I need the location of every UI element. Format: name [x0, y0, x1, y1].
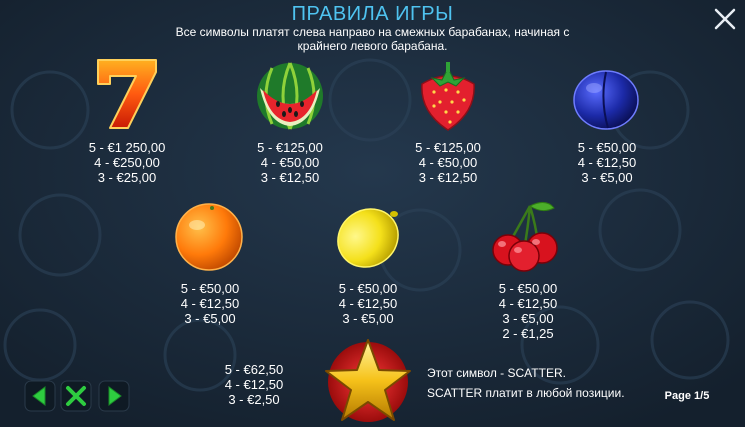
page-indicator: Page 1/5: [664, 390, 710, 402]
pay-line: 3 - €5,00: [184, 311, 236, 326]
pay-line: 5 - €125,00: [415, 140, 481, 155]
pay-line: 5 - €50,00: [577, 140, 637, 155]
pay-line: 3 - €25,00: [97, 170, 157, 185]
pay-line: 4 - €50,00: [418, 155, 478, 170]
paytable-watermelon: 5 - €125,00 4 - €50,00 3 - €12,50: [235, 140, 345, 185]
scatter-line1: Этот символ - SCATTER.: [427, 366, 566, 380]
pay-line: 3 - €12,50: [260, 170, 320, 185]
orange-symbol-icon: [175, 203, 243, 271]
paytable-orange: 5 - €50,00 4 - €12,50 3 - €5,00: [155, 281, 265, 326]
pay-line: 5 - €50,00: [498, 281, 558, 296]
pay-line: 4 - €12,50: [577, 155, 637, 170]
scatter-line2: SCATTER платит в любой позиции.: [427, 386, 625, 400]
seven-symbol-icon: [97, 59, 157, 129]
pay-line: 2 - €1,25: [502, 326, 554, 341]
arrow-left-icon[interactable]: [24, 380, 56, 412]
rules-description-line2: крайнего левого барабана.: [297, 39, 448, 53]
paytable-star: 5 - €62,50 4 - €12,50 3 - €2,50: [199, 362, 309, 407]
paytable-plum: 5 - €50,00 4 - €12,50 3 - €5,00: [552, 140, 662, 185]
pay-line: 5 - €1 250,00: [88, 140, 166, 155]
paytable-cherry: 5 - €50,00 4 - €12,50 3 - €5,00 2 - €1,2…: [473, 281, 583, 341]
pay-line: 3 - €5,00: [342, 311, 394, 326]
watermelon-symbol-icon: [257, 62, 323, 130]
paytable-lemon: 5 - €50,00 4 - €12,50 3 - €5,00: [313, 281, 423, 326]
pay-line: 3 - €12,50: [418, 170, 478, 185]
x-icon[interactable]: [60, 380, 92, 412]
pay-line: 4 - €50,00: [260, 155, 320, 170]
pay-line: 4 - €12,50: [180, 296, 240, 311]
pay-line: 3 - €2,50: [228, 392, 280, 407]
plum-symbol-icon: [573, 70, 639, 130]
rules-description: Все символы платят слева направо на смеж…: [160, 25, 585, 53]
pay-line: 5 - €50,00: [180, 281, 240, 296]
scatter-description: Этот символ - SCATTER. SCATTER платит в …: [427, 363, 625, 403]
strawberry-symbol-icon: [421, 62, 475, 131]
pay-line: 3 - €5,00: [502, 311, 554, 326]
paytable-seven: 5 - €1 250,00 4 - €250,00 3 - €25,00: [72, 140, 182, 185]
pay-line: 4 - €12,50: [498, 296, 558, 311]
pay-line: 4 - €12,50: [224, 377, 284, 392]
pay-line: 5 - €125,00: [257, 140, 323, 155]
pay-line: 5 - €50,00: [338, 281, 398, 296]
pay-line: 4 - €12,50: [338, 296, 398, 311]
star-scatter-symbol-icon: [325, 339, 411, 422]
cherry-symbol-icon: [492, 202, 558, 272]
paytable-strawberry: 5 - €125,00 4 - €50,00 3 - €12,50: [393, 140, 503, 185]
pay-line: 3 - €5,00: [581, 170, 633, 185]
arrow-right-icon[interactable]: [98, 380, 130, 412]
lemon-symbol-icon: [337, 208, 399, 268]
close-icon[interactable]: [712, 6, 738, 32]
pay-line: 4 - €250,00: [94, 155, 160, 170]
page-title: ПРАВИЛА ИГРЫ: [291, 3, 454, 25]
pay-line: 5 - €62,50: [224, 362, 284, 377]
rules-description-line1: Все символы платят слева направо на смеж…: [175, 25, 570, 39]
